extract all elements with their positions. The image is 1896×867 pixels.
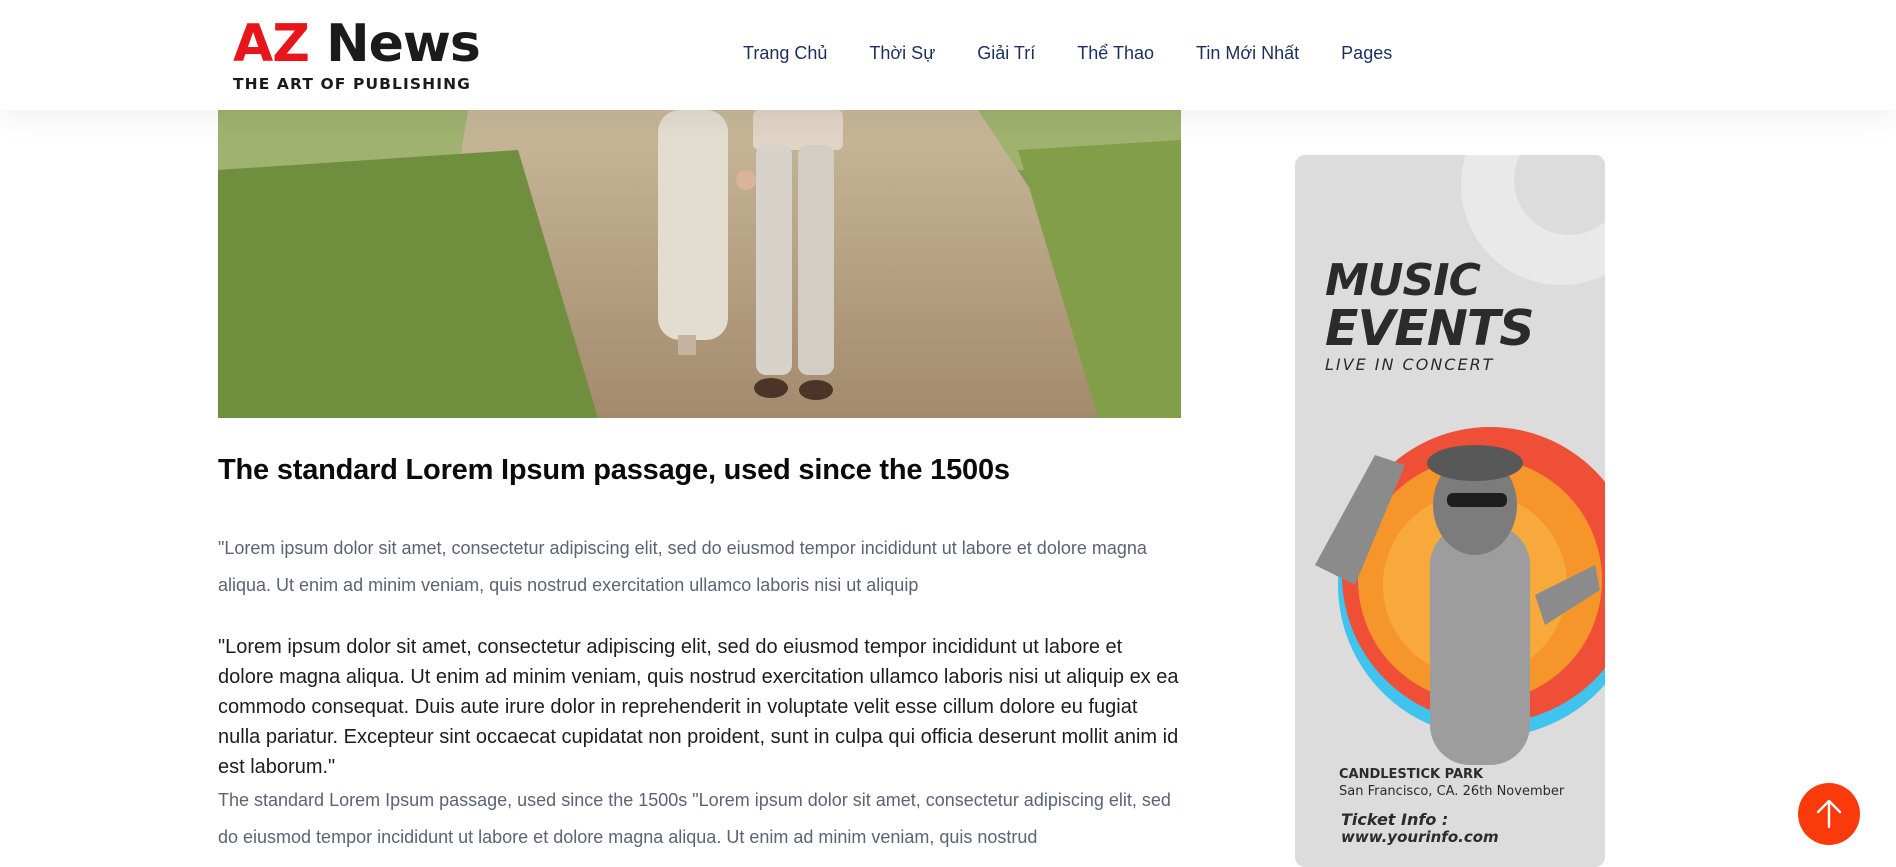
arrow-up-icon [1816, 799, 1842, 829]
article-quote: "Lorem ipsum dolor sit amet, consectetur… [218, 636, 1179, 778]
article-hero-image [218, 110, 1181, 418]
ad-title-line1: MUSIC [1325, 255, 1481, 306]
article-content: The standard Lorem Ipsum passage, used s… [218, 450, 1181, 856]
site-header: AZ News THE ART OF PUBLISHING Trang Chủ … [0, 0, 1896, 110]
site-logo[interactable]: AZ News THE ART OF PUBLISHING [233, 14, 481, 98]
sidebar-ad-banner[interactable]: MUSIC EVENTS LIVE IN CONCERT CANDLESTICK… [1295, 155, 1605, 867]
back-to-top-button[interactable] [1798, 783, 1860, 845]
ad-venue: CANDLESTICK PARK [1339, 767, 1484, 782]
nav-item-thoi-su[interactable]: Thời Sự [869, 41, 935, 65]
ad-title-line2: EVENTS [1325, 300, 1535, 357]
couple-walking-image [218, 110, 1181, 418]
ad-ticket-label: Ticket Info : [1341, 810, 1449, 829]
article-title: The standard Lorem Ipsum passage, used s… [218, 454, 1010, 486]
ad-subtitle: LIVE IN CONCERT [1325, 355, 1495, 374]
article-paragraph: The standard Lorem Ipsum passage, used s… [218, 790, 1171, 847]
nav-item-pages[interactable]: Pages [1341, 41, 1392, 65]
article-paragraph: "Lorem ipsum dolor sit amet, consectetur… [218, 538, 1147, 595]
nav-item-the-thao[interactable]: Thể Thao [1077, 41, 1154, 65]
ad-performer-illustration [1315, 427, 1605, 765]
nav-item-tin-moi-nhat[interactable]: Tin Mới Nhất [1196, 41, 1299, 65]
logo-news: News [326, 14, 481, 74]
logo-az: AZ [233, 14, 310, 74]
nav-item-giai-tri[interactable]: Giải Trí [977, 41, 1035, 65]
logo-wordmark: AZ News [233, 14, 481, 74]
ad-city-date: San Francisco, CA. 26th November [1339, 784, 1565, 799]
logo-tagline: THE ART OF PUBLISHING [233, 75, 471, 93]
ad-ticket-url[interactable]: www.yourinfo.com [1341, 828, 1499, 846]
nav-item-trang-chu[interactable]: Trang Chủ [743, 41, 827, 65]
main-nav: Trang Chủ Thời Sự Giải Trí Thể Thao Tin … [743, 41, 1434, 65]
